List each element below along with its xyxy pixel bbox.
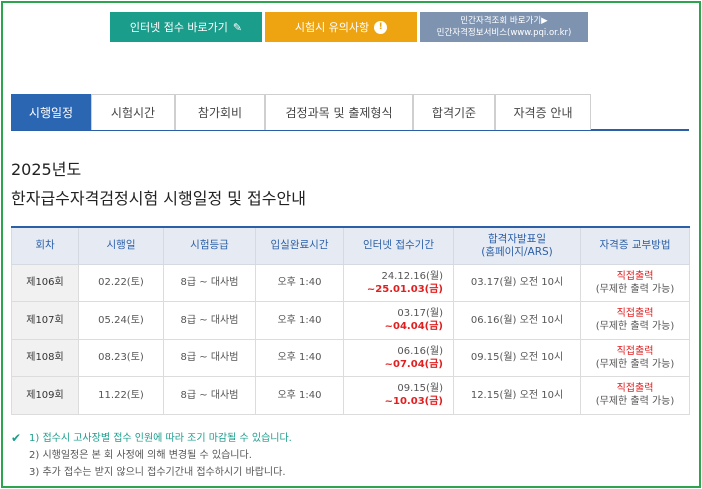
note-item: 3) 추가 접수는 받지 않으니 접수기간내 접수하시기 바랍니다. [11,464,292,481]
tab-pass-criteria[interactable]: 합격기준 [413,94,495,130]
grade-cell: 8급 ~ 대사범 [163,301,256,340]
result-cell: 03.17(월) 오전 10시 [453,263,581,302]
entry-cell: 오후 1:40 [255,301,344,340]
delivery-sub: (무제한 출력 가능) [595,358,675,370]
table-header-row: 회차 시행일 시험등급 입실완료시간 인터넷 접수기간 합격자발표일 (홈페이지… [11,226,690,265]
col-result-date: 합격자발표일 (홈페이지/ARS) [453,226,581,265]
table-row: 제107회 05.24(토) 8급 ~ 대사범 오후 1:40 03.17(월)… [11,301,690,340]
delivery-sub: (무제한 출력 가능) [595,321,675,333]
col-apply-period: 인터넷 접수기간 [343,226,454,265]
col-delivery: 자격증 교부방법 [580,226,690,265]
table-row: 제106회 02.22(토) 8급 ~ 대사범 오후 1:40 24.12.16… [11,263,690,302]
entry-cell: 오후 1:40 [255,263,344,302]
tab-subjects[interactable]: 검정과목 및 출제형식 [265,94,413,130]
delivery-main: 직접출력 [616,345,654,357]
internet-apply-button[interactable]: 인터넷 접수 바로가기 ✎ [110,12,262,42]
exclamation-icon: ! [374,20,388,34]
tab-bar: 시행일정 시험시간 참가회비 검정과목 및 출제형식 합격기준 자격증 안내 [11,94,689,131]
period-cell: 24.12.16(월) ~25.01.03(금) [343,263,454,302]
period-end: ~04.04(금) [384,321,443,333]
col-grade: 시험등급 [163,226,256,265]
period-cell: 06.16(월) ~07.04(금) [343,338,454,377]
table-row: 제109회 11.22(토) 8급 ~ 대사범 오후 1:40 09.15(월)… [11,376,690,415]
tab-schedule[interactable]: 시행일정 [11,94,91,130]
delivery-sub: (무제한 출력 가능) [595,283,675,295]
note-item: 2) 시행일정은 본 회 사정에 의해 변경될 수 있습니다. [11,447,292,464]
result-cell: 09.15(월) 오전 10시 [453,338,581,377]
round-cell: 제106회 [11,263,79,302]
round-cell: 제109회 [11,376,79,415]
delivery-cell: 직접출력 (무제한 출력 가능) [580,301,690,340]
date-cell: 05.24(토) [78,301,164,340]
date-cell: 08.23(토) [78,338,164,377]
period-end: ~25.01.03(금) [366,283,443,295]
round-cell: 제108회 [11,338,79,377]
tab-fee[interactable]: 참가회비 [175,94,265,130]
tab-certificate-info[interactable]: 자격증 안내 [495,94,591,130]
entry-cell: 오후 1:40 [255,376,344,415]
round-cell: 제107회 [11,301,79,340]
note-text: 1) 접수시 고사장별 접수 인원에 따라 조기 마감될 수 있습니다. [29,433,292,444]
page-year: 2025년도 [11,160,82,179]
period-cell: 09.15(월) ~10.03(금) [343,376,454,415]
delivery-main: 직접출력 [616,308,654,320]
note-text: 2) 시행일정은 본 회 사정에 의해 변경될 수 있습니다. [29,450,252,461]
notes: ✔ 1) 접수시 고사장별 접수 인원에 따라 조기 마감될 수 있습니다. 2… [11,430,292,481]
period-start: 03.17(월) [397,308,443,320]
result-cell: 06.16(월) 오전 10시 [453,301,581,340]
pencil-icon: ✎ [232,20,243,34]
period-start: 06.16(월) [397,345,443,357]
cautions-button[interactable]: 시험시 유의사항 ! [265,12,417,42]
period-end: ~07.04(금) [384,358,443,370]
internet-apply-label: 인터넷 접수 바로가기 [129,21,228,34]
table-row: 제108회 08.23(토) 8급 ~ 대사범 오후 1:40 06.16(월)… [11,338,690,377]
grade-cell: 8급 ~ 대사범 [163,338,256,377]
schedule-table: 회차 시행일 시험등급 입실완료시간 인터넷 접수기간 합격자발표일 (홈페이지… [11,226,690,415]
note-text: 3) 추가 접수는 받지 않으니 접수기간내 접수하시기 바랍니다. [29,467,286,478]
period-start: 09.15(월) [397,383,443,395]
check-icon: ✔ [11,431,22,445]
page-title: 한자급수자격검정시험 시행일정 및 접수안내 [11,189,306,208]
note-item: ✔ 1) 접수시 고사장별 접수 인원에 따라 조기 마감될 수 있습니다. [11,430,292,447]
col-result-date-line1: 합격자발표일 [488,232,546,245]
col-date: 시행일 [78,226,164,265]
delivery-sub: (무제한 출력 가능) [595,396,675,408]
delivery-cell: 직접출력 (무제한 출력 가능) [580,338,690,377]
private-cert-label-2: 민간자격정보서비스(www.pqi.or.kr) [436,28,572,38]
date-cell: 02.22(토) [78,263,164,302]
cautions-label: 시험시 유의사항 [294,21,370,34]
entry-cell: 오후 1:40 [255,338,344,377]
delivery-cell: 직접출력 (무제한 출력 가능) [580,376,690,415]
delivery-main: 직접출력 [616,270,654,282]
delivery-main: 직접출력 [616,383,654,395]
tab-exam-time[interactable]: 시험시간 [91,94,175,130]
date-cell: 11.22(토) [78,376,164,415]
delivery-cell: 직접출력 (무제한 출력 가능) [580,263,690,302]
result-cell: 12.15(월) 오전 10시 [453,376,581,415]
period-end: ~10.03(금) [384,396,443,408]
col-result-date-line2: (홈페이지/ARS) [481,245,553,258]
grade-cell: 8급 ~ 대사범 [163,263,256,302]
period-start: 24.12.16(월) [381,270,443,282]
grade-cell: 8급 ~ 대사범 [163,376,256,415]
period-cell: 03.17(월) ~04.04(금) [343,301,454,340]
private-cert-button[interactable]: 민간자격조회 바로가기▶ 민간자격정보서비스(www.pqi.or.kr) [420,12,588,42]
col-entry-time: 입실완료시간 [255,226,344,265]
private-cert-label-1: 민간자격조회 바로가기▶ [460,16,548,26]
col-round: 회차 [11,226,79,265]
